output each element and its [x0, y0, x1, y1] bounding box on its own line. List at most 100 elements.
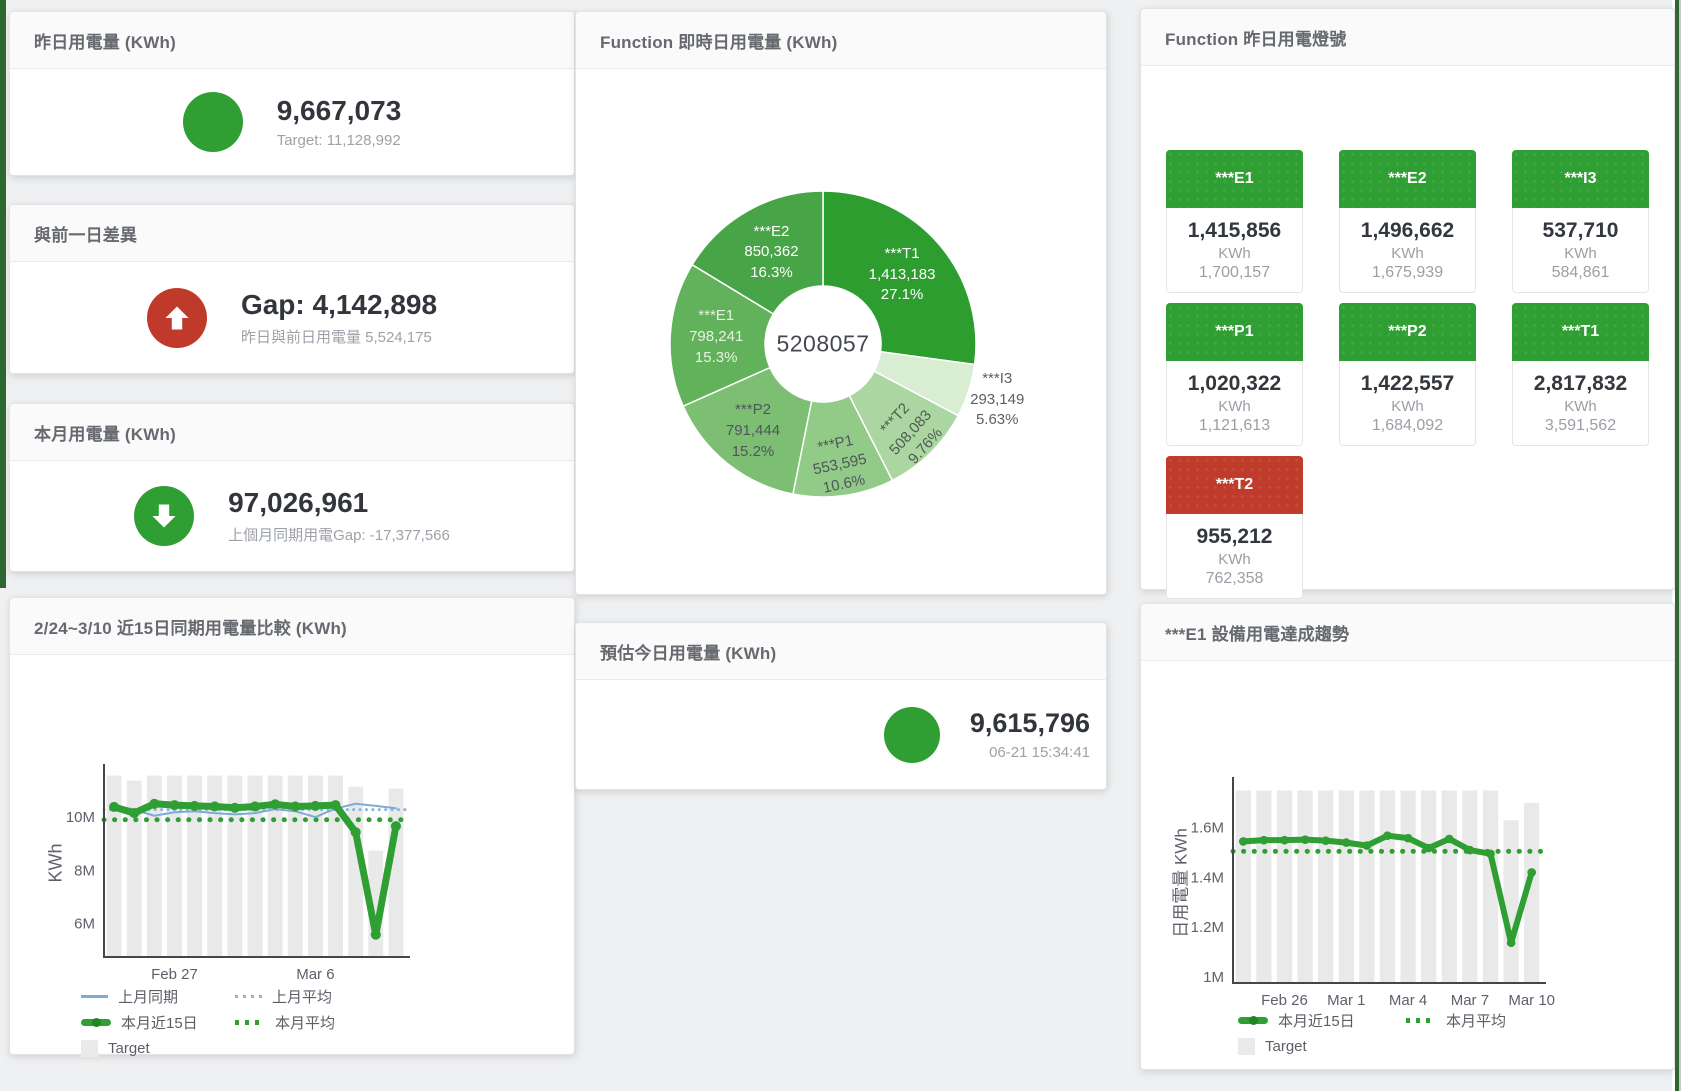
panel-body: 6M8M10MFeb 27Mar 6 KWh 上月同期上月平均本月近15日本月平…: [10, 655, 574, 1054]
panel-body: 9,615,796 06-21 15:34:41: [576, 680, 1106, 789]
light-tile-e2: ***E21,496,662KWh1,675,939: [1339, 150, 1476, 293]
arrow-up-icon: [147, 288, 207, 348]
legend-swatch-dot-green: [235, 1020, 265, 1025]
donut-label-t1: ***T11,413,18327.1%: [869, 244, 936, 306]
x-tick-label: Mar 1: [1327, 992, 1365, 1009]
light-tile-label: ***P2: [1388, 323, 1426, 341]
panel-body: Gap: 4,142,898 昨日與前日用電量 5,524,175: [10, 262, 574, 373]
legend-swatch-line-green: [81, 1019, 111, 1026]
y-tick-label: 6M: [74, 915, 95, 932]
panel-body: 97,026,961 上個月同期用電Gap: -17,377,566: [10, 461, 574, 571]
panel-yesterday-lights: Function 昨日用電燈號 ***E1 1,415,856 KWh 1,700,1…: [1140, 8, 1675, 590]
light-tile-label: ***E1: [1215, 170, 1253, 188]
donut-label-p2: ***P2791,44415.2%: [726, 400, 780, 462]
stat-value: 9,667,073: [277, 95, 402, 127]
panel-realtime-donut: Function 即時日用電量 (KWh) ***T11,413,18327.1…: [575, 11, 1107, 595]
panel-body: ***E1 1,415,856 KWh 1,700,157 ***E21,496,662…: [1141, 66, 1674, 589]
panel-title: ***E1 設備用電達成趨勢: [1165, 620, 1349, 645]
legend-item-this-month-avg[interactable]: 本月平均: [235, 1011, 335, 1033]
panel-yesterday-usage: 昨日用電量 (KWh) 9,667,073 Target: 11,128,992: [9, 11, 575, 176]
stat-value: 97,026,961: [228, 487, 450, 519]
legend-item-target[interactable]: Target: [81, 1037, 209, 1059]
light-tile-body: 1,020,322KWh1,121,613: [1166, 361, 1303, 446]
stat-subtitle: Target: 11,128,992: [277, 132, 402, 149]
panel-header[interactable]: 昨日用電量 (KWh): [10, 12, 574, 69]
light-tile-p1: ***P11,020,322KWh1,121,613: [1166, 303, 1303, 446]
trend-chart-area[interactable]: 1M1.2M1.4M1.6MFeb 26Mar 1Mar 4Mar 7Mar 1…: [1141, 661, 1674, 1069]
light-tile-header-p1: ***P1: [1166, 303, 1303, 361]
light-tile-reference: 1,675,939: [1372, 264, 1443, 282]
legend-item-this-month[interactable]: 本月近15日: [1238, 1009, 1380, 1031]
light-tile-i3: ***I3537,710KWh584,861: [1512, 150, 1649, 293]
panel-title: 昨日用電量 (KWh): [34, 28, 176, 53]
e1-trend-svg: 1M1.2M1.4M1.6MFeb 26Mar 1Mar 4Mar 7Mar 1…: [1141, 661, 1672, 1066]
light-tile-value: 1,415,856: [1188, 219, 1281, 243]
light-tile-value: 537,710: [1543, 219, 1619, 243]
light-tile-label: ***T2: [1216, 476, 1253, 494]
donut-label-i3: ***I3293,1495.63%: [970, 369, 1024, 431]
legend-item-this-month[interactable]: 本月近15日: [81, 1011, 209, 1033]
legend-item-this-month-avg[interactable]: 本月平均: [1406, 1009, 1506, 1031]
light-tile-reference: 3,591,562: [1545, 417, 1616, 435]
light-tile-reference: 1,700,157: [1199, 264, 1270, 282]
panel-body: 9,667,073 Target: 11,128,992: [10, 69, 574, 175]
legend-swatch-dot-green: [1406, 1018, 1436, 1023]
light-tile-unit: KWh: [1218, 551, 1251, 568]
x-tick-label: Mar 4: [1389, 992, 1427, 1009]
legend-label: 本月近15日: [1278, 1010, 1355, 1031]
panel-header[interactable]: Function 即時日用電量 (KWh): [576, 12, 1106, 69]
light-tile-body: 2,817,832KWh3,591,562: [1512, 361, 1649, 446]
panel-header[interactable]: ***E1 設備用電達成趨勢: [1141, 604, 1674, 661]
panel-body: ***T11,413,18327.1%***I3293,1495.63%***T…: [576, 69, 1106, 594]
legend-label: 本月平均: [1446, 1010, 1506, 1031]
panel-header[interactable]: 2/24~3/10 近15日同期用電量比較 (KWh): [10, 598, 574, 655]
stat-timestamp: 06-21 15:34:41: [970, 744, 1090, 761]
x-tick-label: Mar 10: [1508, 992, 1555, 1009]
legend-swatch-line-blue: [81, 995, 108, 998]
panel-15day-compare-chart: 2/24~3/10 近15日同期用電量比較 (KWh) 6M 8M 10M Feb 2…: [9, 597, 575, 1055]
donut-chart-area[interactable]: ***T11,413,18327.1%***I3293,1495.63%***T…: [576, 69, 1106, 594]
arrow-down-icon: [134, 486, 194, 546]
light-tile-unit: KWh: [1218, 398, 1251, 415]
x-tick-label: Feb 27: [151, 966, 198, 983]
panel-title: 本月用電量 (KWh): [34, 420, 176, 445]
light-tile-unit: KWh: [1564, 398, 1597, 415]
legend-swatch-square-gray: [81, 1040, 98, 1057]
light-tile-unit: KWh: [1564, 245, 1597, 262]
light-tile-e1: ***E1 1,415,856 KWh 1,700,157: [1166, 150, 1303, 293]
panel-header[interactable]: 預估今日用電量 (KWh): [576, 623, 1106, 680]
light-tile-reference: 1,121,613: [1199, 417, 1270, 435]
legend-item-last-month-avg[interactable]: 上月平均: [235, 985, 335, 1007]
panel-header[interactable]: Function 昨日用電燈號: [1141, 9, 1674, 66]
light-tile-body: 1,422,557KWh1,684,092: [1339, 361, 1476, 446]
legend-label: Target: [1265, 1038, 1307, 1055]
y-tick-label: 10M: [66, 809, 95, 826]
panel-month-usage: 本月用電量 (KWh) 97,026,961 上個月同期用電Gap: -17,3…: [9, 403, 575, 572]
legend-item-last-month[interactable]: 上月同期: [81, 985, 209, 1007]
light-tile-reference: 762,358: [1206, 570, 1264, 588]
panel-body: 1M1.2M1.4M1.6MFeb 26Mar 1Mar 4Mar 7Mar 1…: [1141, 661, 1674, 1069]
legend-item-target[interactable]: Target: [1238, 1035, 1380, 1057]
status-circle-icon: [183, 92, 243, 152]
legend-swatch-dot-blue: [235, 995, 262, 998]
light-tile-unit: KWh: [1218, 245, 1251, 262]
x-tick-label: Mar 6: [296, 966, 334, 983]
panel-title: 與前一日差異: [34, 221, 137, 246]
light-tile-header-e2: ***E2: [1339, 150, 1476, 208]
legend-label: 本月平均: [275, 1012, 335, 1033]
y-tick-label: 1.4M: [1191, 869, 1224, 886]
light-tile-label: ***P1: [1215, 323, 1253, 341]
y-tick-label: 8M: [74, 862, 95, 879]
light-tile-header-t2: ***T2: [1166, 456, 1303, 514]
y-tick-label: 1M: [1203, 969, 1224, 986]
panel-header[interactable]: 與前一日差異: [10, 205, 574, 262]
legend-label: 上月同期: [118, 986, 178, 1007]
y-tick-label: 1.6M: [1191, 820, 1224, 837]
panel-header[interactable]: 本月用電量 (KWh): [10, 404, 574, 461]
light-tile-reference: 584,861: [1552, 264, 1610, 282]
light-tile-t2: ***T2955,212KWh762,358: [1166, 456, 1303, 599]
target-bars: [1236, 790, 1540, 983]
y-axis-title: 日用電量 KWh: [1167, 828, 1192, 938]
light-tile-body: 537,710 KWh 584,861: [1512, 208, 1649, 293]
stat-subtitle: 昨日與前日用電量 5,524,175: [241, 326, 437, 347]
